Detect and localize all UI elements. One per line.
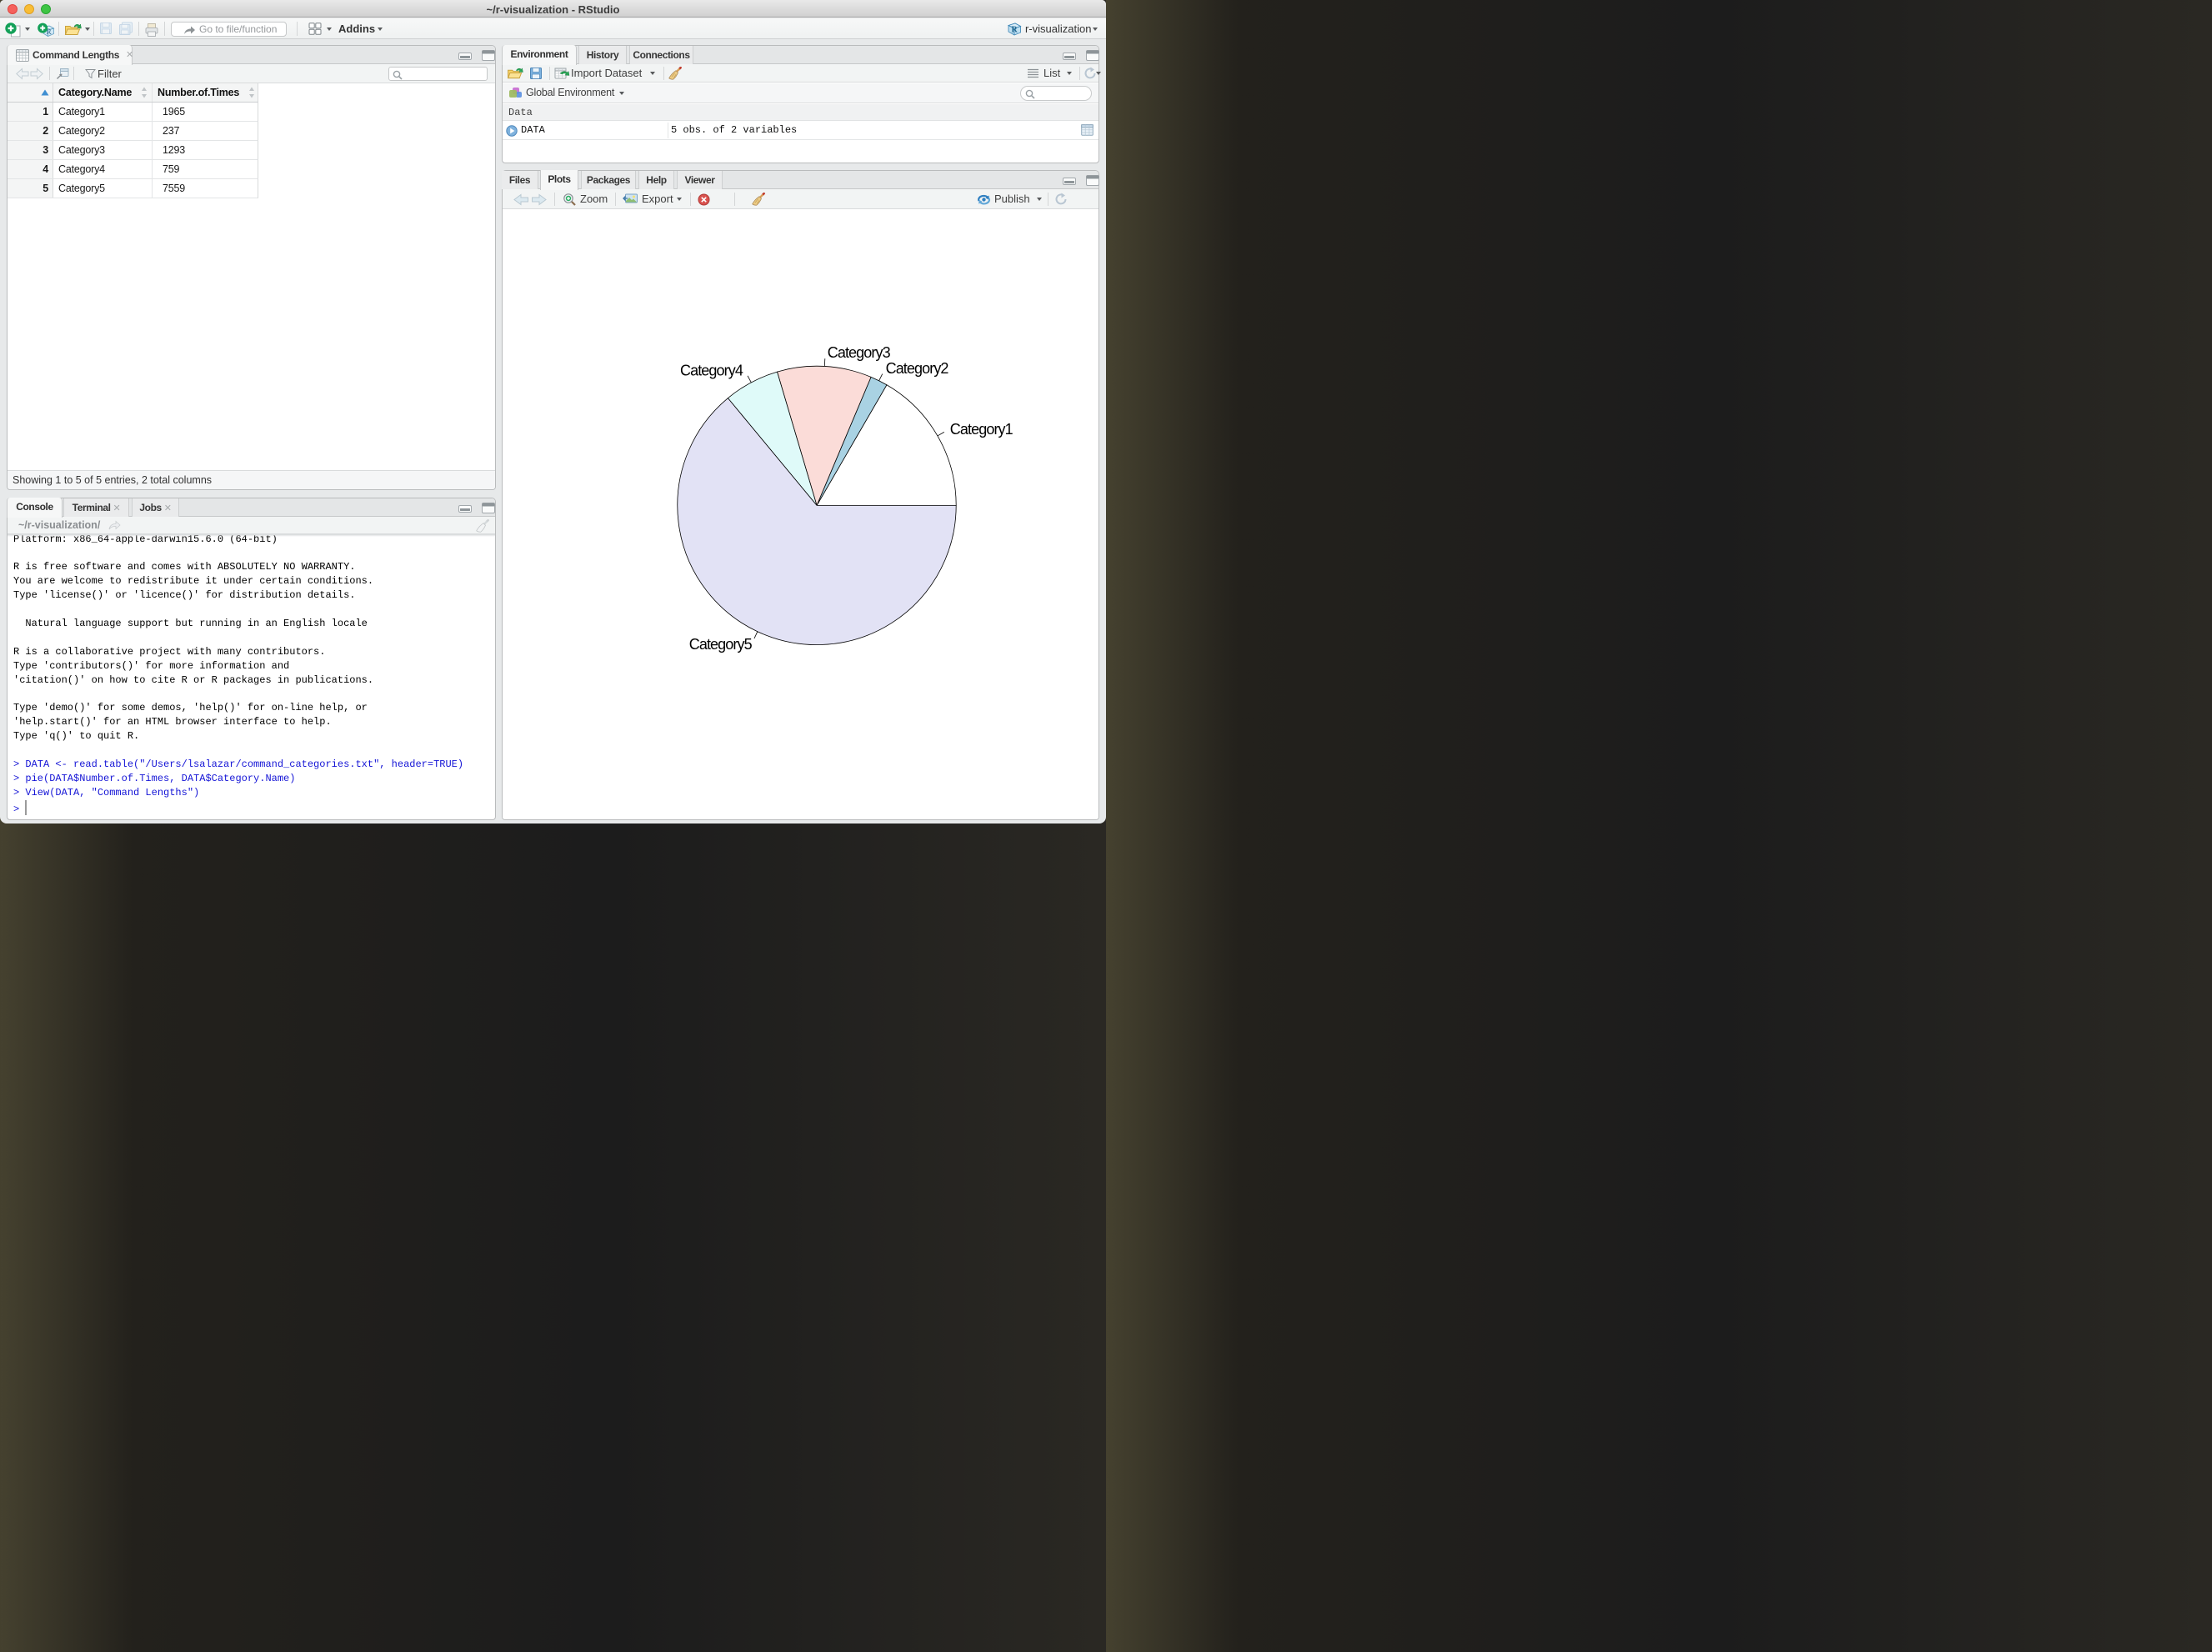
svg-text:Category3: Category3 [828,344,891,361]
svg-text:Category5: Category5 [689,636,753,653]
svg-text:Category4: Category4 [680,362,743,378]
svg-text:R: R [1012,26,1018,35]
svg-text:Category2: Category2 [886,360,949,377]
svg-text:Category1: Category1 [950,421,1013,438]
